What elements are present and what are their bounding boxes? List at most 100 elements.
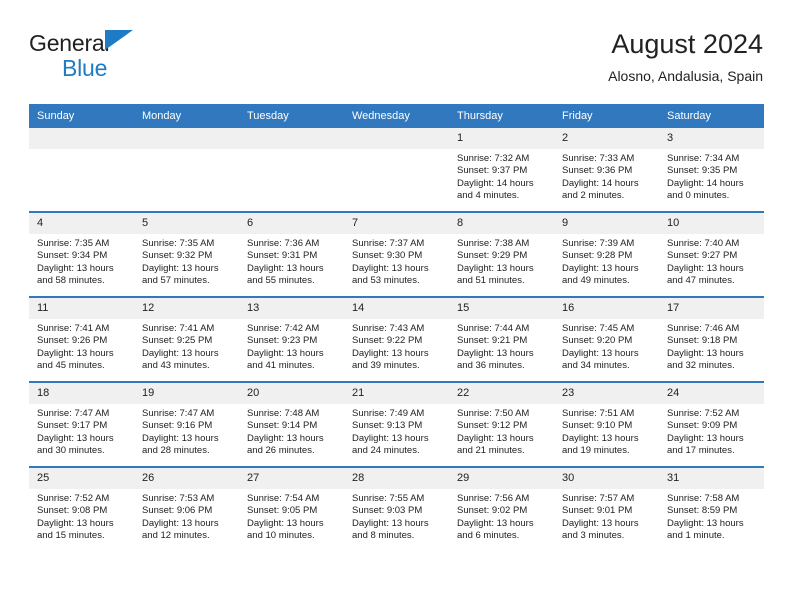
day-number [239, 128, 344, 149]
day-number: 27 [239, 468, 344, 489]
sunrise-time: Sunrise: 7:58 AM [667, 493, 740, 504]
daylight-duration: Daylight: 13 hours and 45 minutes. [37, 347, 114, 371]
day-details: Sunrise: 7:34 AM Sunset: 9:35 PM Daylight:… [659, 149, 764, 202]
daylight-duration: Daylight: 13 hours and 57 minutes. [142, 262, 219, 286]
calendar-cell-day-1[interactable]: 1 Sunrise: 7:32 AM Sunset: 9:37 PM Daylight… [449, 128, 554, 212]
sunrise-time: Sunrise: 7:48 AM [247, 408, 320, 419]
day-details: Sunrise: 7:32 AM Sunset: 9:37 PM Daylight:… [449, 149, 554, 202]
day-details: Sunrise: 7:35 AM Sunset: 9:32 PM Daylight:… [134, 234, 239, 287]
day-details: Sunrise: 7:46 AM Sunset: 9:18 PM Daylight:… [659, 319, 764, 372]
calendar-cell-day-27[interactable]: 27 Sunrise: 7:54 AM Sunset: 9:05 PM Dayligh… [239, 466, 344, 551]
calendar-cell-day-16[interactable]: 16 Sunrise: 7:45 AM Sunset: 9:20 PM Dayligh… [554, 296, 659, 382]
calendar-cell-day-14[interactable]: 14 Sunrise: 7:43 AM Sunset: 9:22 PM Dayligh… [344, 296, 449, 382]
day-details: Sunrise: 7:44 AM Sunset: 9:21 PM Daylight:… [449, 319, 554, 372]
sunrise-time: Sunrise: 7:42 AM [247, 323, 320, 334]
calendar-week-row: 1 Sunrise: 7:32 AM Sunset: 9:37 PM Daylight… [29, 128, 764, 212]
calendar-cell-day-31[interactable]: 31 Sunrise: 7:58 AM Sunset: 8:59 PM Dayligh… [659, 466, 764, 551]
day-number: 1 [449, 128, 554, 149]
calendar-cell-day-18[interactable]: 18 Sunrise: 7:47 AM Sunset: 9:17 PM Dayligh… [29, 381, 134, 467]
sunrise-time: Sunrise: 7:55 AM [352, 493, 425, 504]
sunset-time: Sunset: 9:34 PM [37, 250, 108, 262]
day-details: Sunrise: 7:45 AM Sunset: 9:20 PM Daylight:… [554, 319, 659, 372]
sunrise-time: Sunrise: 7:34 AM [667, 153, 740, 164]
daylight-duration: Daylight: 13 hours and 10 minutes. [247, 517, 324, 541]
calendar-cell-day-3[interactable]: 3 Sunrise: 7:34 AM Sunset: 9:35 PM Daylight… [659, 128, 764, 212]
day-details: Sunrise: 7:35 AM Sunset: 9:34 PM Daylight:… [29, 234, 134, 287]
calendar-cell-day-30[interactable]: 30 Sunrise: 7:57 AM Sunset: 9:01 PM Dayligh… [554, 466, 659, 551]
calendar-cell-day-4[interactable]: 4 Sunrise: 7:35 AM Sunset: 9:34 PM Daylight… [29, 211, 134, 297]
page-subtitle: Alosno, Andalusia, Spain [608, 68, 763, 84]
day-number: 25 [29, 468, 134, 489]
calendar-cell-day-12[interactable]: 12 Sunrise: 7:41 AM Sunset: 9:25 PM Dayligh… [134, 296, 239, 382]
daylight-duration: Daylight: 13 hours and 58 minutes. [37, 262, 114, 286]
daylight-duration: Daylight: 13 hours and 17 minutes. [667, 432, 744, 456]
sunset-time: Sunset: 9:32 PM [142, 250, 213, 262]
calendar-cell-day-5[interactable]: 5 Sunrise: 7:35 AM Sunset: 9:32 PM Daylight… [134, 211, 239, 297]
day-number: 23 [554, 383, 659, 404]
day-number: 31 [659, 468, 764, 489]
daylight-duration: Daylight: 13 hours and 36 minutes. [457, 347, 534, 371]
daylight-duration: Daylight: 13 hours and 55 minutes. [247, 262, 324, 286]
daylight-duration: Daylight: 13 hours and 49 minutes. [562, 262, 639, 286]
general-blue-logo[interactable]: General Blue [29, 30, 229, 88]
daylight-duration: Daylight: 13 hours and 53 minutes. [352, 262, 429, 286]
sunrise-time: Sunrise: 7:41 AM [37, 323, 110, 334]
calendar-cell-day-23[interactable]: 23 Sunrise: 7:51 AM Sunset: 9:10 PM Dayligh… [554, 381, 659, 467]
calendar-cell-day-11[interactable]: 11 Sunrise: 7:41 AM Sunset: 9:26 PM Dayligh… [29, 296, 134, 382]
calendar-cell-day-9[interactable]: 9 Sunrise: 7:39 AM Sunset: 9:28 PM Daylight… [554, 211, 659, 297]
calendar-cell-day-24[interactable]: 24 Sunrise: 7:52 AM Sunset: 9:09 PM Dayligh… [659, 381, 764, 467]
calendar-cell-day-6[interactable]: 6 Sunrise: 7:36 AM Sunset: 9:31 PM Daylight… [239, 211, 344, 297]
daylight-duration: Daylight: 14 hours and 0 minutes. [667, 177, 744, 201]
calendar-cell-day-19[interactable]: 19 Sunrise: 7:47 AM Sunset: 9:16 PM Dayligh… [134, 381, 239, 467]
calendar-week-row: 4 Sunrise: 7:35 AM Sunset: 9:34 PM Daylight… [29, 211, 764, 297]
calendar-cell-day-15[interactable]: 15 Sunrise: 7:44 AM Sunset: 9:21 PM Dayligh… [449, 296, 554, 382]
sunset-time: Sunset: 9:22 PM [352, 335, 423, 347]
day-number: 4 [29, 213, 134, 234]
daylight-duration: Daylight: 13 hours and 32 minutes. [667, 347, 744, 371]
sunset-time: Sunset: 9:31 PM [247, 250, 318, 262]
day-number: 9 [554, 213, 659, 234]
calendar-cell-day-13[interactable]: 13 Sunrise: 7:42 AM Sunset: 9:23 PM Dayligh… [239, 296, 344, 382]
page-title: August 2024 [611, 29, 763, 59]
weekday-header-friday: Friday [554, 104, 659, 128]
calendar-cell-day-20[interactable]: 20 Sunrise: 7:48 AM Sunset: 9:14 PM Dayligh… [239, 381, 344, 467]
day-details: Sunrise: 7:42 AM Sunset: 9:23 PM Daylight:… [239, 319, 344, 372]
calendar-cell-day-10[interactable]: 10 Sunrise: 7:40 AM Sunset: 9:27 PM Dayligh… [659, 211, 764, 297]
sunrise-time: Sunrise: 7:47 AM [37, 408, 110, 419]
calendar-cell-day-28[interactable]: 28 Sunrise: 7:55 AM Sunset: 9:03 PM Dayligh… [344, 466, 449, 551]
calendar-cell-day-22[interactable]: 22 Sunrise: 7:50 AM Sunset: 9:12 PM Dayligh… [449, 381, 554, 467]
sunset-time: Sunset: 9:17 PM [37, 420, 108, 432]
sunset-time: Sunset: 9:08 PM [37, 505, 108, 517]
calendar-cell-day-29[interactable]: 29 Sunrise: 7:56 AM Sunset: 9:02 PM Dayligh… [449, 466, 554, 551]
calendar-cell-day-21[interactable]: 21 Sunrise: 7:49 AM Sunset: 9:13 PM Dayligh… [344, 381, 449, 467]
day-number [134, 128, 239, 149]
sunrise-time: Sunrise: 7:41 AM [142, 323, 215, 334]
day-details: Sunrise: 7:49 AM Sunset: 9:13 PM Daylight:… [344, 404, 449, 457]
day-details: Sunrise: 7:58 AM Sunset: 8:59 PM Daylight:… [659, 489, 764, 542]
day-details: Sunrise: 7:57 AM Sunset: 9:01 PM Daylight:… [554, 489, 659, 542]
day-details: Sunrise: 7:52 AM Sunset: 9:08 PM Daylight:… [29, 489, 134, 542]
daylight-duration: Daylight: 13 hours and 6 minutes. [457, 517, 534, 541]
calendar-cell-day-25[interactable]: 25 Sunrise: 7:52 AM Sunset: 9:08 PM Dayligh… [29, 466, 134, 551]
day-details: Sunrise: 7:38 AM Sunset: 9:29 PM Daylight:… [449, 234, 554, 287]
sunset-time: Sunset: 9:23 PM [247, 335, 318, 347]
sunset-time: Sunset: 9:29 PM [457, 250, 528, 262]
title-block: August 2024 Alosno, Andalusia, Spain [608, 28, 763, 86]
sunset-time: Sunset: 9:28 PM [562, 250, 633, 262]
calendar-week-row: 25 Sunrise: 7:52 AM Sunset: 9:08 PM Dayligh… [29, 466, 764, 551]
calendar-cell-day-2[interactable]: 2 Sunrise: 7:33 AM Sunset: 9:36 PM Daylight… [554, 128, 659, 212]
daylight-duration: Daylight: 13 hours and 19 minutes. [562, 432, 639, 456]
calendar-cell-day-26[interactable]: 26 Sunrise: 7:53 AM Sunset: 9:06 PM Dayligh… [134, 466, 239, 551]
day-number: 16 [554, 298, 659, 319]
sunset-time: Sunset: 9:13 PM [352, 420, 423, 432]
day-details: Sunrise: 7:40 AM Sunset: 9:27 PM Daylight:… [659, 234, 764, 287]
calendar-cell-day-7[interactable]: 7 Sunrise: 7:37 AM Sunset: 9:30 PM Daylight… [344, 211, 449, 297]
sunrise-time: Sunrise: 7:54 AM [247, 493, 320, 504]
calendar-cell-day-17[interactable]: 17 Sunrise: 7:46 AM Sunset: 9:18 PM Dayligh… [659, 296, 764, 382]
sunrise-time: Sunrise: 7:37 AM [352, 238, 425, 249]
day-number: 8 [449, 213, 554, 234]
sunrise-time: Sunrise: 7:36 AM [247, 238, 320, 249]
daylight-duration: Daylight: 13 hours and 30 minutes. [37, 432, 114, 456]
calendar-cell-empty [239, 128, 344, 212]
calendar-cell-day-8[interactable]: 8 Sunrise: 7:38 AM Sunset: 9:29 PM Daylight… [449, 211, 554, 297]
